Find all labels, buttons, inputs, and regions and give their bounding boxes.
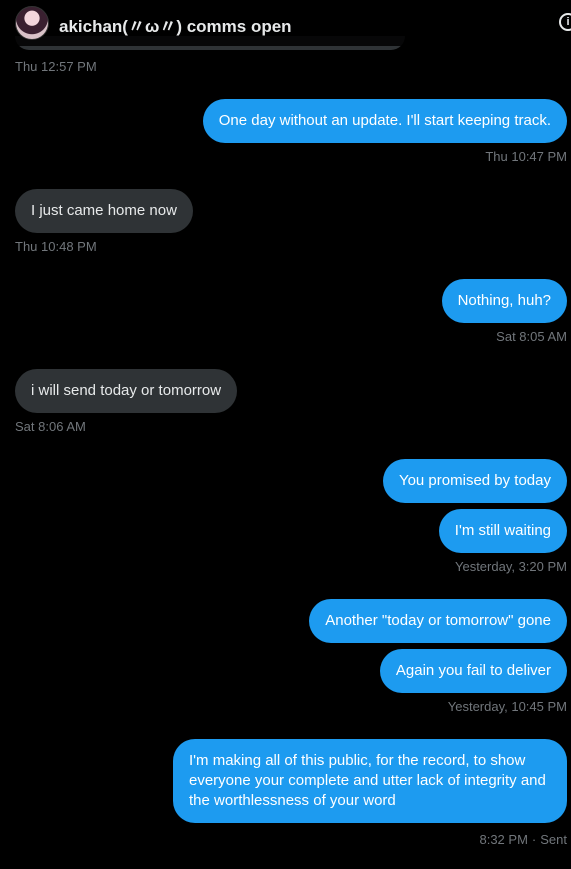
conversation-title[interactable]: akichan(〃ω〃) comms open [59, 12, 292, 37]
message-timestamp: Thu 10:48 PM [15, 239, 97, 254]
message-timestamp: 8:32 PM [479, 832, 528, 847]
message-bubble-outgoing[interactable]: Another "today or tomorrow" gone [309, 599, 567, 643]
avatar[interactable] [15, 6, 49, 40]
message-bubble-outgoing[interactable]: Nothing, huh? [441, 279, 567, 323]
message-timestamp-status: 8:32 PM · Sent [479, 832, 567, 847]
message-timestamp: Thu 12:57 PM [15, 59, 97, 74]
message-timestamp: Thu 10:47 PM [485, 149, 567, 164]
message-bubble-incoming[interactable]: i will send today or tomorrow [15, 369, 238, 413]
message-timestamp: Yesterday, 10:45 PM [447, 699, 567, 714]
message-timestamp: Sat 8:05 AM [496, 329, 567, 344]
message-bubble-outgoing[interactable]: I'm still waiting [438, 509, 567, 553]
message-bubble-outgoing[interactable]: Again you fail to deliver [379, 649, 567, 693]
message-bubble-outgoing[interactable]: You promised by today [382, 459, 567, 503]
message-timestamp: Yesterday, 3:20 PM [454, 559, 567, 574]
message-bubble-outgoing[interactable]: I'm making all of this public, for the r… [173, 739, 567, 823]
message-status: Sent [540, 832, 567, 847]
message-bubble-outgoing[interactable]: One day without an update. I'll start ke… [202, 99, 567, 143]
conversation-header: akichan(〃ω〃) comms open i [0, 0, 571, 46]
message-bubble-incoming[interactable]: I just came home now [15, 189, 193, 233]
info-icon[interactable]: i [559, 13, 571, 31]
message-timestamp: Sat 8:06 AM [15, 419, 86, 434]
separator-dot: · [531, 832, 537, 847]
